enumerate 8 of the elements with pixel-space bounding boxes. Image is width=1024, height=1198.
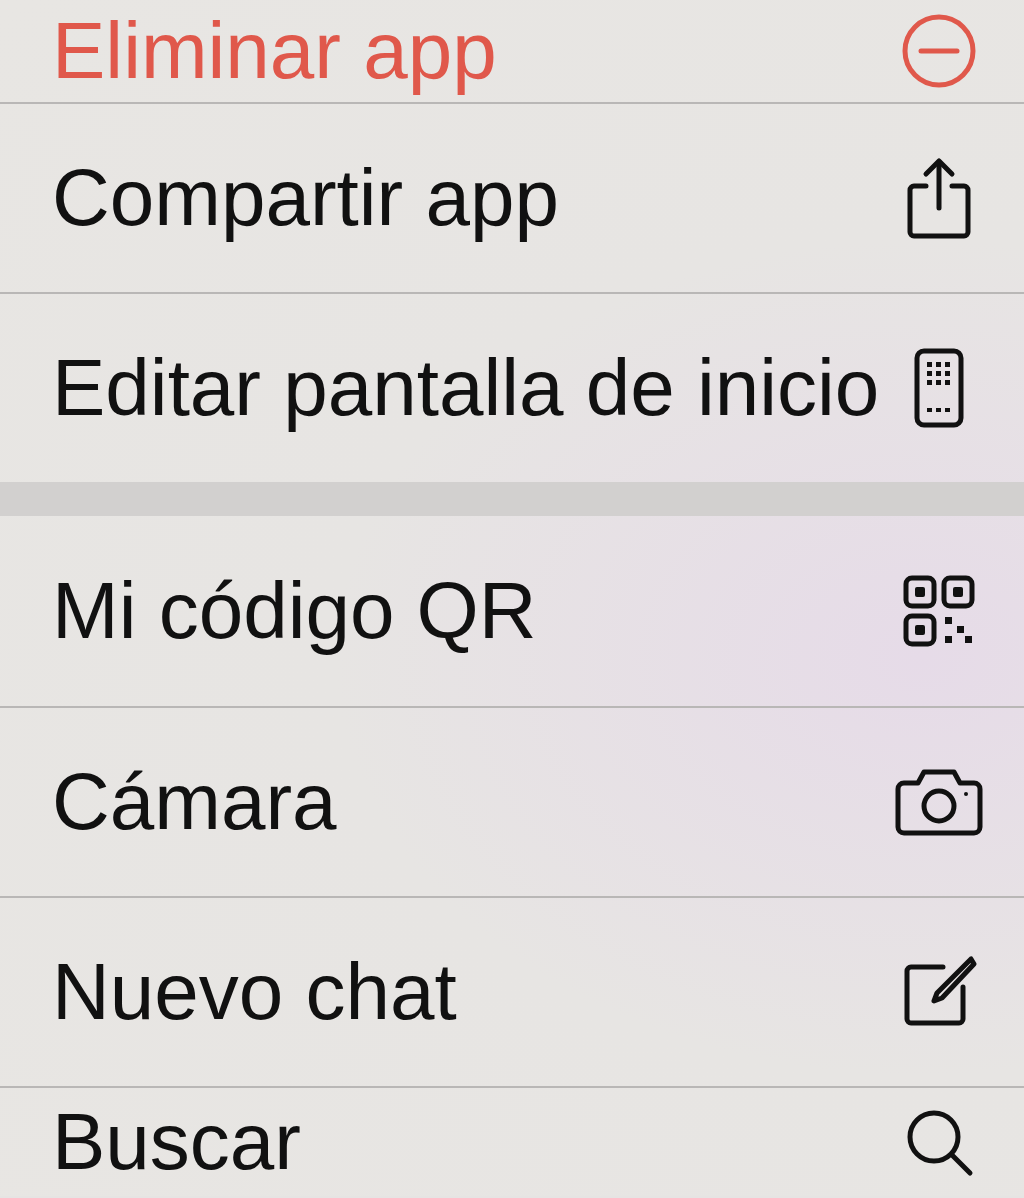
qr-code-icon [902,574,976,648]
phone-grid-icon [913,348,965,428]
menu-item[interactable]: Mi código QR [0,516,1024,706]
menu-item[interactable]: Cámara [0,706,1024,896]
camera-icon [894,767,984,837]
menu-item[interactable]: Nuevo chat [0,896,1024,1086]
menu-item[interactable]: Compartir app [0,102,1024,292]
menu-item[interactable]: Buscar [0,1086,1024,1196]
